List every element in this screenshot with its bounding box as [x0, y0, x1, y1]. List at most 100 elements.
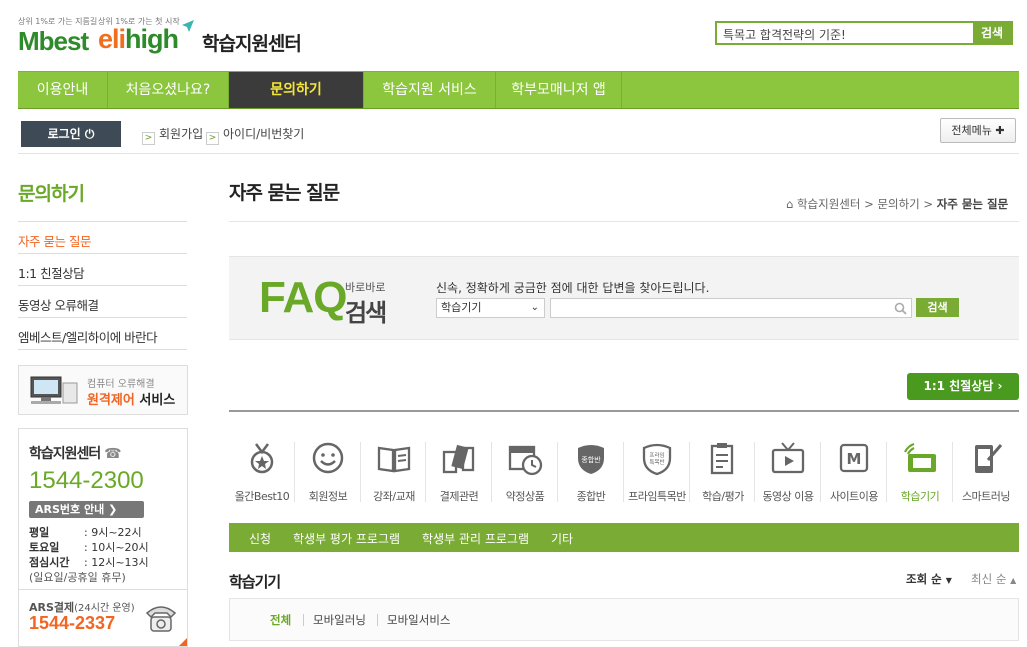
filter-mobile-learning[interactable]: 모바일러닝 — [313, 612, 366, 628]
divider — [229, 221, 1019, 222]
top-search-box[interactable]: 특목고 합격전략의 기준! 검색 — [715, 21, 1013, 45]
faq-category-item[interactable]: 학습/평가 — [690, 438, 756, 508]
site-section-title: 학습지원센터 — [202, 33, 302, 55]
page-title: 자주 묻는 질문 — [229, 182, 340, 204]
faq-category-item[interactable]: 스마트러닝 — [953, 438, 1019, 508]
faq-category-item[interactable]: 약정상품 — [492, 438, 558, 508]
power-icon: ⏻ — [84, 127, 95, 141]
filter-mobile-service[interactable]: 모바일서비스 — [387, 612, 450, 628]
faq-category-item[interactable]: 올간Best10 — [229, 438, 295, 508]
filter-all[interactable]: 전체 — [270, 612, 291, 628]
svg-text:종합반: 종합반 — [581, 455, 601, 464]
faq-category-item[interactable]: M 사이트이용 — [821, 438, 887, 508]
plus-icon: ✚ — [995, 124, 1005, 137]
ars-payment-phone: 1544-2337 — [29, 613, 116, 633]
smile-icon — [312, 442, 344, 474]
chevron-right-icon: ❯ — [108, 503, 118, 516]
divider — [19, 589, 187, 590]
monitor-icon — [30, 376, 78, 404]
divider — [229, 410, 1019, 412]
divider — [377, 614, 378, 626]
faq-description: 신속, 정확하게 궁금한 점에 대한 답변을 찾아드립니다. — [436, 281, 710, 295]
faq-category-select[interactable]: 학습기기 ⌄ — [436, 298, 545, 318]
ars-info-button[interactable]: ARS번호 안내 ❯ — [29, 501, 144, 518]
divider — [623, 442, 624, 502]
telephone-icon: ☎ — [104, 446, 121, 462]
faq-category-item[interactable]: 프라임 특목반 프라임특목반 — [624, 438, 690, 508]
top-search-input[interactable]: 특목고 합격전략의 기준! — [723, 26, 846, 43]
arrow-right-icon: > — [206, 132, 219, 145]
faq-search-button[interactable]: 검색 — [916, 298, 959, 317]
faq-logo-text: FAQ — [259, 273, 347, 322]
mbest-logo-text: Mbest — [18, 26, 89, 56]
corner-mark — [179, 638, 187, 646]
divider — [18, 349, 187, 350]
lnb-item-suggestion[interactable]: 엠베스트/엘리하이에 바란다 — [18, 327, 158, 346]
divider — [820, 442, 821, 502]
divider — [952, 442, 953, 502]
nav-item-inquiry[interactable]: 문의하기 — [229, 72, 364, 108]
login-button[interactable]: 로그인 ⏻ — [21, 121, 121, 147]
divider — [360, 442, 361, 502]
all-menu-button[interactable]: 전체메뉴 ✚ — [940, 118, 1016, 143]
book-icon — [377, 446, 411, 473]
telephone-icon — [145, 606, 177, 632]
find-account-link[interactable]: > 아이디/비번찾기 — [206, 125, 304, 145]
faq-search-panel: FAQ 바로바로 검색 신속, 정확하게 궁금한 점에 대한 답변을 찾아드립니… — [229, 256, 1019, 340]
subtab-apply[interactable]: 신청 — [249, 530, 271, 547]
subtab-record-manage[interactable]: 학생부 관리 프로그램 — [422, 530, 529, 547]
hours-row: 점심시간: 12시~13시 — [29, 556, 149, 569]
hours-row: 토요일: 10시~20시 — [29, 541, 149, 554]
nav-item-guide[interactable]: 이용안내 — [18, 72, 108, 108]
hours-row: 평일: 9시~22시 — [29, 526, 142, 539]
consult-button[interactable]: 1:1 친절상담 › — [907, 373, 1019, 400]
breadcrumb-current: 자주 묻는 질문 — [936, 197, 1009, 211]
divider — [18, 317, 187, 318]
divider — [754, 442, 755, 502]
faq-search-input[interactable] — [550, 298, 912, 318]
divider — [18, 285, 187, 286]
faq-category-item[interactable]: 회원정보 — [295, 438, 361, 508]
list-title: 학습기기 — [229, 573, 281, 591]
lnb-item-consult[interactable]: 1:1 친절상담 — [18, 263, 85, 282]
arrow-right-icon: > — [142, 132, 155, 145]
sort-by-latest[interactable]: 최신 순 ▲ — [971, 571, 1016, 587]
divider — [886, 442, 887, 502]
caret-down-icon: ▼ — [945, 576, 952, 585]
divider — [557, 442, 558, 502]
nav-item-first-visit[interactable]: 처음오셨나요? — [108, 72, 229, 108]
lnb-item-faq[interactable]: 자주 묻는 질문 — [18, 231, 91, 250]
svg-text:M: M — [847, 450, 862, 468]
faq-category-item[interactable]: 강좌/교재 — [361, 438, 427, 508]
elihigh-logo-text: elihigh — [98, 24, 179, 54]
sort-by-views[interactable]: 조회 순 ▼ — [906, 571, 952, 587]
lnb-item-video-error[interactable]: 동영상 오류해결 — [18, 295, 99, 314]
banner-subtitle: 컴퓨터 오류해결 — [87, 379, 155, 390]
cards-icon — [442, 444, 475, 474]
search-icon[interactable] — [894, 302, 907, 315]
divider — [18, 221, 187, 222]
top-search-button[interactable]: 검색 — [973, 23, 1011, 43]
faq-logo-search: 검색 — [345, 299, 387, 327]
lnb-title: 문의하기 — [18, 183, 85, 205]
nav-item-learning-support[interactable]: 학습지원 서비스 — [364, 72, 496, 108]
filter-bar: 전체 모바일러닝 모바일서비스 — [229, 598, 1019, 641]
breadcrumb-item[interactable]: 학습지원센터 — [797, 197, 860, 211]
banner-title: 원격제어 서비스 — [87, 393, 176, 408]
faq-category-item[interactable]: 동영상 이용 — [755, 438, 821, 508]
subtab-etc[interactable]: 기타 — [551, 530, 573, 547]
faq-category-label: 스마트러닝 — [961, 490, 1011, 503]
divider — [18, 253, 187, 254]
faq-category-item[interactable]: 결제관련 — [426, 438, 492, 508]
faq-category-item[interactable]: 종합반 종합반 — [558, 438, 624, 508]
divider — [425, 442, 426, 502]
divider — [18, 153, 1019, 154]
clipboard-icon — [710, 443, 734, 475]
subtab-record-eval[interactable]: 학생부 평가 프로그램 — [293, 530, 400, 547]
breadcrumb-item[interactable]: 문의하기 — [877, 197, 919, 211]
remote-control-banner[interactable]: 컴퓨터 오류해결 원격제어 서비스 — [18, 365, 188, 415]
join-link[interactable]: > 회원가입 — [142, 125, 203, 145]
faq-category-item[interactable]: 학습기기 — [887, 438, 953, 508]
logo[interactable]: 상위 1%로 가는 지름길 상위 1%로 가는 첫 시작 Mbest elihi… — [18, 14, 318, 56]
nav-item-parent-app[interactable]: 학부모매니저 앱 — [496, 72, 622, 108]
